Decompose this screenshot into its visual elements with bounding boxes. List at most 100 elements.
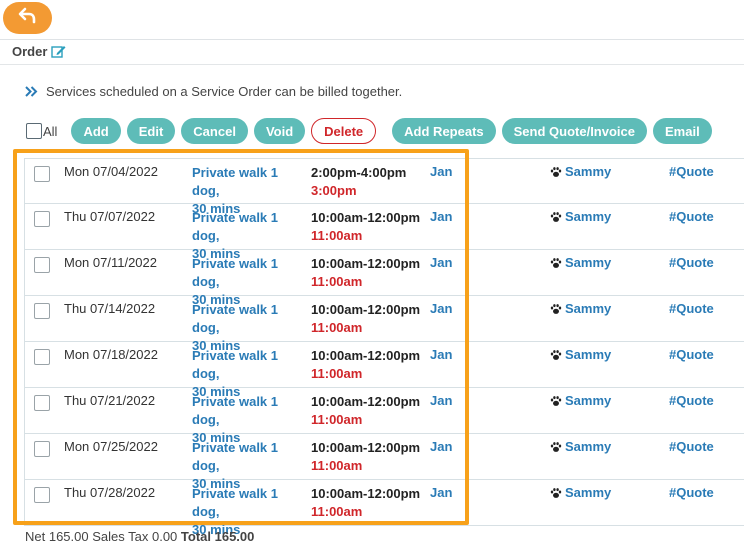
page-title: Order [12, 44, 48, 59]
time-range: 10:00am-12:00pm [311, 394, 421, 409]
row-checkbox[interactable] [34, 166, 50, 182]
table-row: Thu 07/14/2022 Private walk 1 dog, 30 mins… [24, 296, 744, 353]
cancel-button[interactable]: Cancel [181, 118, 248, 144]
paw-icon [550, 349, 562, 361]
top-bar [0, 0, 744, 40]
void-button[interactable]: Void [253, 118, 306, 144]
scheduled-time: 11:00am [311, 366, 363, 381]
table-row: Thu 07/07/2022 Private walk 1 dog, 30 mins… [24, 204, 744, 261]
scheduled-time: 3:00pm [311, 183, 357, 198]
table-row: Mon 07/11/2022 Private walk 1 dog, 30 mins… [24, 250, 744, 307]
pet-name: Sammy [565, 301, 612, 316]
pet-link[interactable]: Sammy [550, 164, 611, 179]
staff-link[interactable]: Jan [430, 485, 452, 500]
paw-icon [550, 166, 562, 178]
row-checkbox[interactable] [34, 211, 50, 227]
scheduled-time: 11:00am [311, 458, 363, 473]
service-date: Mon 07/04/2022 [64, 164, 158, 179]
email-button[interactable]: Email [653, 118, 712, 144]
time-range: 2:00pm-4:00pm [311, 165, 407, 180]
service-date: Mon 07/18/2022 [64, 347, 158, 362]
scheduled-time: 11:00am [311, 504, 363, 519]
table-row: Thu 07/21/2022 Private walk 1 dog, 30 mins… [24, 388, 744, 445]
scheduled-time: 11:00am [311, 412, 363, 427]
time-window: 10:00am-12:00pm 11:00am [311, 209, 420, 245]
pet-link[interactable]: Sammy [550, 347, 611, 362]
delete-button[interactable]: Delete [311, 118, 377, 144]
pet-name: Sammy [565, 347, 612, 362]
pet-link[interactable]: Sammy [550, 393, 611, 408]
service-name: Private walk 1 dog, [192, 302, 278, 335]
service-date: Mon 07/25/2022 [64, 439, 158, 454]
service-date: Mon 07/11/2022 [64, 255, 157, 270]
paw-icon [550, 257, 562, 269]
edit-pencil-icon[interactable] [51, 44, 66, 59]
add-button[interactable]: Add [71, 118, 121, 144]
quote-link[interactable]: #Quote [669, 485, 714, 500]
send-quote-invoice-button[interactable]: Send Quote/Invoice [501, 118, 647, 144]
quote-link[interactable]: #Quote [669, 439, 714, 454]
paw-icon [550, 487, 562, 499]
row-checkbox[interactable] [34, 349, 50, 365]
table-row: Thu 07/28/2022 Private walk 1 dog, 30 mins… [24, 480, 744, 537]
pet-link[interactable]: Sammy [550, 301, 611, 316]
pet-name: Sammy [565, 393, 612, 408]
pet-name: Sammy [565, 439, 612, 454]
scheduled-time: 11:00am [311, 320, 363, 335]
pet-name: Sammy [565, 485, 612, 500]
paw-icon [550, 441, 562, 453]
info-note: Services scheduled on a Service Order ca… [25, 84, 402, 99]
time-window: 2:00pm-4:00pm 3:00pm [311, 164, 406, 200]
service-name: Private walk 1 dog, [192, 486, 278, 519]
pet-link[interactable]: Sammy [550, 439, 611, 454]
time-window: 10:00am-12:00pm 11:00am [311, 439, 420, 475]
staff-link[interactable]: Jan [430, 393, 452, 408]
quote-link[interactable]: #Quote [669, 347, 714, 362]
time-range: 10:00am-12:00pm [311, 256, 421, 271]
pet-link[interactable]: Sammy [550, 255, 611, 270]
row-checkbox[interactable] [34, 441, 50, 457]
sales-tax-amount: Sales Tax 0.00 [92, 529, 178, 544]
staff-link[interactable]: Jan [430, 347, 452, 362]
pet-name: Sammy [565, 209, 612, 224]
quote-link[interactable]: #Quote [669, 255, 714, 270]
time-window: 10:00am-12:00pm 11:00am [311, 485, 420, 521]
row-checkbox[interactable] [34, 395, 50, 411]
service-name: Private walk 1 dog, [192, 440, 278, 473]
staff-link[interactable]: Jan [430, 209, 452, 224]
select-all-checkbox[interactable]: All [26, 123, 57, 139]
quote-link[interactable]: #Quote [669, 164, 714, 179]
pet-name: Sammy [565, 255, 612, 270]
service-date: Thu 07/21/2022 [64, 393, 156, 408]
row-checkbox[interactable] [34, 487, 50, 503]
staff-link[interactable]: Jan [430, 255, 452, 270]
add-repeats-button[interactable]: Add Repeats [392, 118, 496, 144]
time-range: 10:00am-12:00pm [311, 302, 421, 317]
quote-link[interactable]: #Quote [669, 393, 714, 408]
order-totals: Net 165.00 Sales Tax 0.00 Total 165.00 [25, 529, 254, 544]
edit-button[interactable]: Edit [126, 118, 176, 144]
time-window: 10:00am-12:00pm 11:00am [311, 347, 420, 383]
table-row: Mon 07/04/2022 Private walk 1 dog, 30 mins… [24, 158, 744, 216]
paw-icon [550, 303, 562, 315]
staff-link[interactable]: Jan [430, 164, 452, 179]
pet-link[interactable]: Sammy [550, 485, 611, 500]
service-name: Private walk 1 dog, [192, 394, 278, 427]
service-name: Private walk 1 dog, [192, 256, 278, 289]
time-range: 10:00am-12:00pm [311, 486, 421, 501]
staff-link[interactable]: Jan [430, 301, 452, 316]
staff-link[interactable]: Jan [430, 439, 452, 454]
scheduled-time: 11:00am [311, 228, 363, 243]
checkbox[interactable] [26, 123, 42, 139]
undo-arrow-icon [18, 7, 38, 30]
pet-link[interactable]: Sammy [550, 209, 611, 224]
service-name: Private walk 1 dog, [192, 165, 278, 198]
row-checkbox[interactable] [34, 257, 50, 273]
back-button[interactable] [3, 2, 52, 34]
paw-icon [550, 211, 562, 223]
quote-link[interactable]: #Quote [669, 301, 714, 316]
quote-link[interactable]: #Quote [669, 209, 714, 224]
row-checkbox[interactable] [34, 303, 50, 319]
order-header: Order [12, 44, 66, 59]
info-text: Services scheduled on a Service Order ca… [46, 84, 403, 99]
